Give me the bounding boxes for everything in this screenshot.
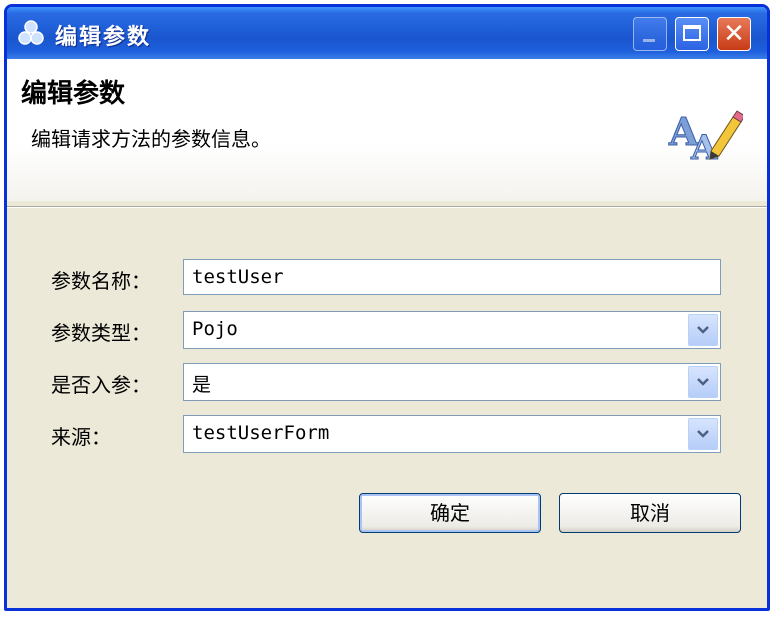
header-description: 编辑请求方法的参数信息。 <box>31 127 271 151</box>
param-type-value: Pojo <box>192 318 238 340</box>
is-input-select[interactable]: 是 <box>183 363 721 401</box>
source-select[interactable]: testUserForm <box>183 415 721 453</box>
header-separator <box>7 206 767 208</box>
window-title: 编辑参数 <box>55 25 152 50</box>
close-icon: ✕ <box>723 19 745 49</box>
header-title: 编辑参数 <box>21 79 126 109</box>
title-bar[interactable]: 编辑参数 ✕ <box>7 7 767 59</box>
chevron-down-icon[interactable] <box>688 366 718 398</box>
close-button[interactable]: ✕ <box>717 17 751 51</box>
is-input-value: 是 <box>192 374 212 396</box>
chevron-down-icon[interactable] <box>688 314 718 346</box>
ok-button[interactable]: 确定 <box>359 493 541 533</box>
cancel-button[interactable]: 取消 <box>559 493 741 533</box>
param-type-label: 参数类型： <box>51 321 151 345</box>
dialog-header: 编辑参数 编辑请求方法的参数信息。 A A <box>7 59 767 201</box>
maximize-button[interactable] <box>675 17 709 51</box>
is-input-label: 是否入参： <box>51 373 151 397</box>
minimize-button[interactable] <box>633 17 667 51</box>
param-type-select[interactable]: Pojo <box>183 311 721 349</box>
param-name-label: 参数名称： <box>51 269 151 293</box>
app-icon <box>18 20 44 45</box>
param-name-input[interactable] <box>183 259 721 295</box>
source-label: 来源： <box>51 425 111 449</box>
source-value: testUserForm <box>192 422 330 444</box>
font-edit-icon: A A <box>668 109 743 165</box>
edit-parameter-dialog: 编辑参数 ✕ 编辑参数 编辑请求方法的参数信息。 A A 参数名称： 参数类型：… <box>4 4 770 611</box>
chevron-down-icon[interactable] <box>688 418 718 450</box>
